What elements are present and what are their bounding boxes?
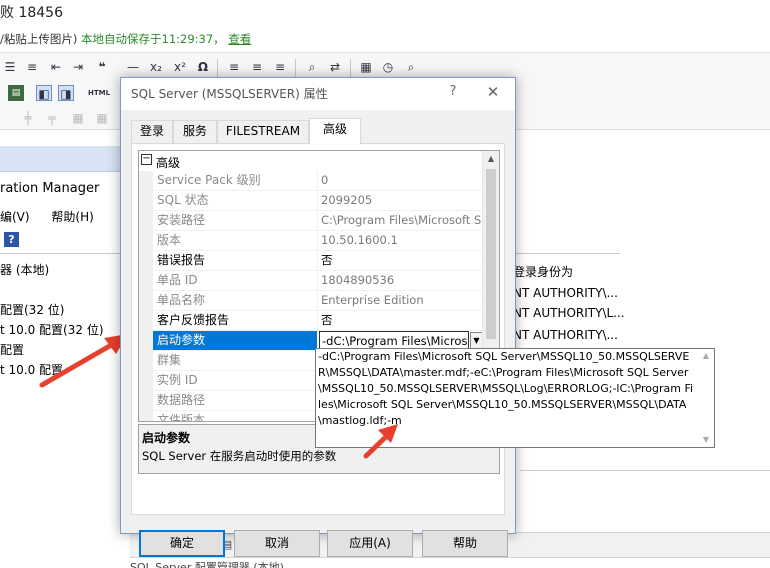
property-name: 数据路径 <box>153 391 318 411</box>
startup-parameters-full-text[interactable]: -dC:\Program Files\Microsoft SQL Server\… <box>318 349 696 429</box>
ok-button[interactable]: 确定 <box>139 530 225 557</box>
scroll-up-icon[interactable]: ▲ <box>699 350 713 362</box>
property-name: 文件版本 <box>153 411 318 421</box>
row-gutter <box>139 311 153 331</box>
row-gutter <box>139 191 153 211</box>
tab-filestream[interactable]: FILESTREAM <box>217 120 309 143</box>
property-row-stock-name[interactable]: 单品名称 Enterprise Edition <box>139 291 483 311</box>
property-row-customer-feedback[interactable]: 客户反馈报告 否 <box>139 311 483 331</box>
row-gutter <box>139 351 153 371</box>
row-gutter <box>139 231 153 251</box>
property-name: 版本 <box>153 231 318 251</box>
scroll-up-icon[interactable]: ▲ <box>483 151 499 167</box>
row-gutter <box>139 371 153 391</box>
row-gutter <box>139 411 153 421</box>
property-row-sql-state[interactable]: SQL 状态 2099205 <box>139 191 483 211</box>
row-gutter <box>139 271 153 291</box>
property-row-error-reporting[interactable]: 错误报告 否 <box>139 251 483 271</box>
cancel-button[interactable]: 取消 <box>234 530 320 557</box>
row-gutter <box>139 331 153 351</box>
row-gutter <box>139 391 153 411</box>
row-gutter <box>139 291 153 311</box>
property-value: 0 <box>319 171 483 191</box>
startup-parameters-dropdown[interactable]: -dC:\Program Files\Microsoft SQL Server\… <box>315 348 715 448</box>
property-name: 实例 ID <box>153 371 318 391</box>
property-name: SQL 状态 <box>153 191 318 211</box>
property-value: 2099205 <box>319 191 483 211</box>
property-row-service-pack[interactable]: Service Pack 级别 0 <box>139 171 483 191</box>
scroll-down-icon[interactable]: ▼ <box>699 434 713 446</box>
properties-dialog: SQL Server (MSSQLSERVER) 属性 ? ✕ 登录 服务 FI… <box>120 77 516 557</box>
property-name: 群集 <box>153 351 318 371</box>
description-text: SQL Server 在服务启动时使用的参数 <box>142 449 337 463</box>
tab-service[interactable]: 服务 <box>173 120 217 143</box>
row-gutter <box>139 211 153 231</box>
collapse-icon[interactable]: − <box>141 154 152 165</box>
property-name: 客户反馈报告 <box>153 311 318 331</box>
property-value: Enterprise Edition <box>319 291 483 311</box>
advanced-tab-panel: − 高级 Service Pack 级别 0 SQL 状态 2099205 安装… <box>131 143 505 515</box>
tab-advanced[interactable]: 高级 <box>309 118 361 144</box>
property-name: 启动参数 <box>153 331 318 351</box>
property-name: 单品 ID <box>153 271 318 291</box>
property-name: Service Pack 级别 <box>153 171 318 191</box>
dialog-body: 登录 服务 FILESTREAM 高级 − 高级 Service Pack 级别… <box>121 110 515 557</box>
row-gutter <box>139 171 153 191</box>
scrollbar-thumb[interactable] <box>486 169 496 339</box>
property-value: 10.50.1600.1 <box>319 231 483 251</box>
property-value[interactable]: 否 <box>319 311 483 331</box>
dialog-title: SQL Server (MSSQLSERVER) 属性 <box>131 87 328 101</box>
apply-button[interactable]: 应用(A) <box>327 530 413 557</box>
help-icon[interactable]: ? <box>443 82 463 102</box>
property-row-version[interactable]: 版本 10.50.1600.1 <box>139 231 483 251</box>
dropdown-scrollbar[interactable]: ▲ ▼ <box>699 350 713 446</box>
property-value: 1804890536 <box>319 271 483 291</box>
category-row-advanced[interactable]: − 高级 <box>139 151 483 171</box>
property-row-stock-id[interactable]: 单品 ID 1804890536 <box>139 271 483 291</box>
property-name: 错误报告 <box>153 251 318 271</box>
property-value[interactable]: 否 <box>319 251 483 271</box>
property-name: 单品名称 <box>153 291 318 311</box>
close-icon[interactable]: ✕ <box>483 82 503 102</box>
property-row-install-path[interactable]: 安装路径 C:\Program Files\Microsoft SQL <box>139 211 483 231</box>
property-value: C:\Program Files\Microsoft SQL <box>319 211 483 231</box>
tab-logon[interactable]: 登录 <box>131 120 173 143</box>
property-name: 安装路径 <box>153 211 318 231</box>
row-gutter <box>139 251 153 271</box>
category-label: 高级 <box>156 156 181 170</box>
description-title: 启动参数 <box>142 431 191 445</box>
help-button[interactable]: 帮助 <box>422 530 508 557</box>
